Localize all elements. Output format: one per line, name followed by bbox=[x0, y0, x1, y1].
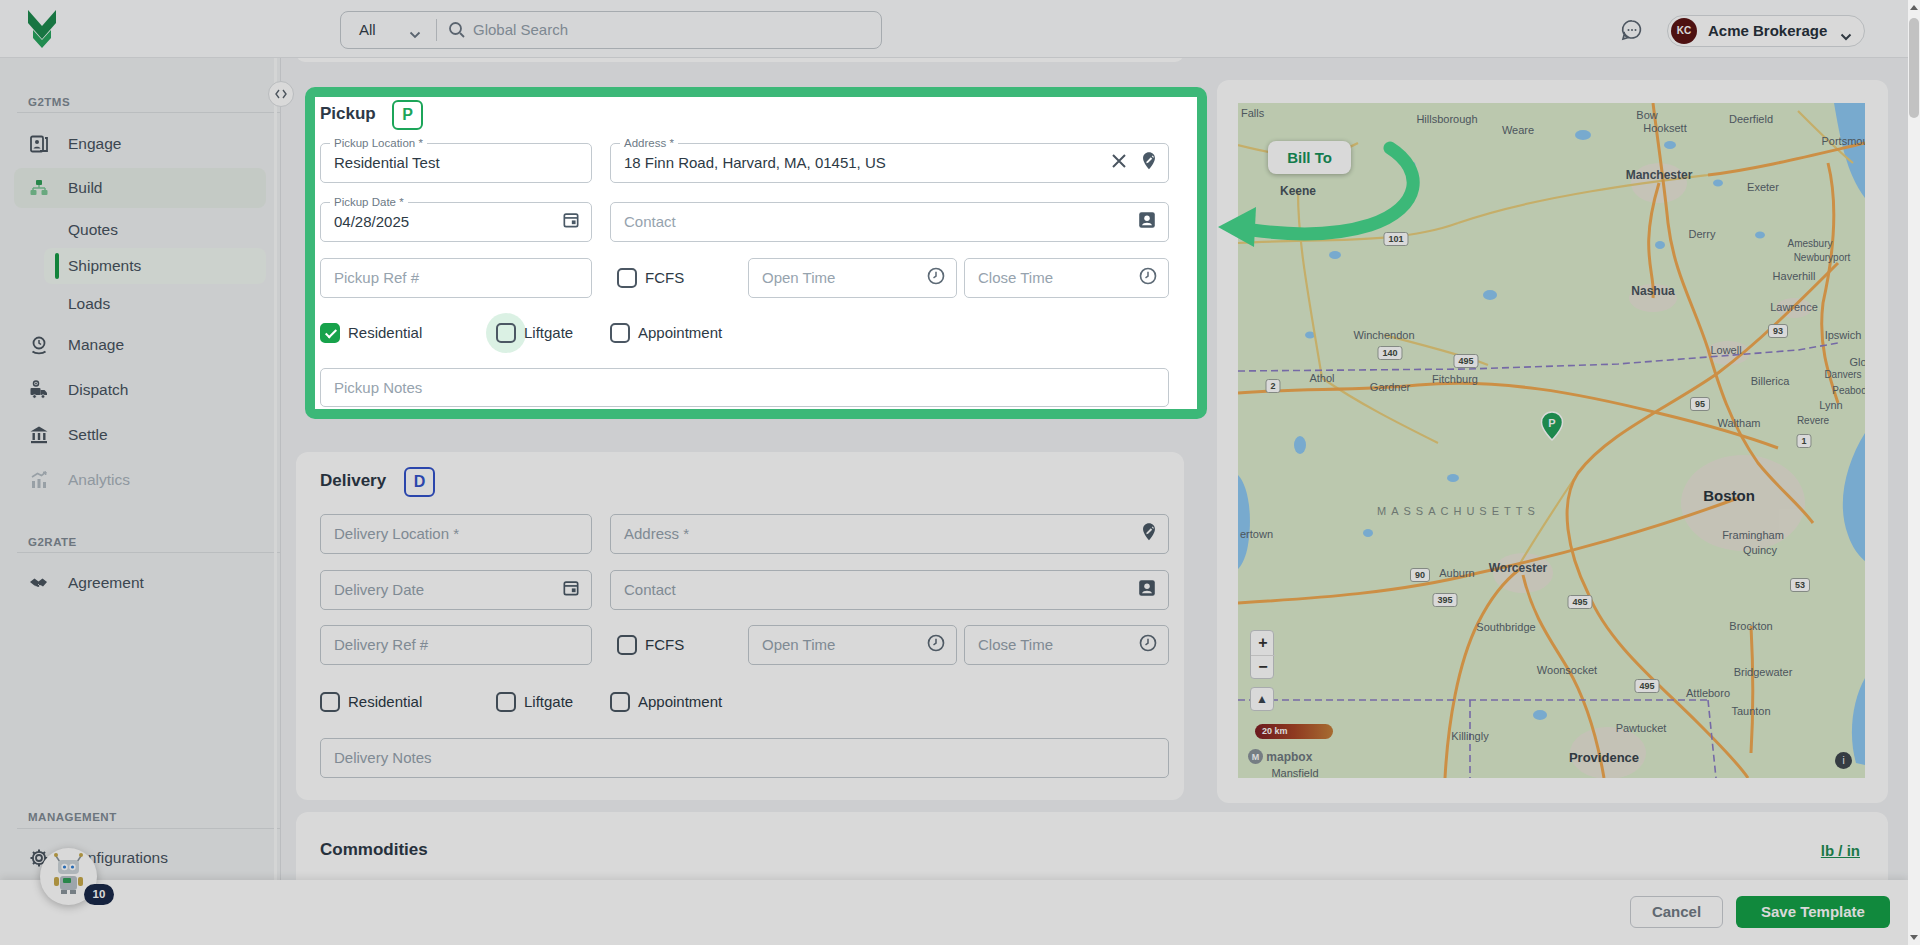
pickup-liftgate-checkbox[interactable] bbox=[496, 323, 516, 343]
clock-icon[interactable] bbox=[1138, 266, 1158, 290]
pickup-fcfs-checkbox[interactable] bbox=[617, 268, 637, 288]
calendar-icon[interactable] bbox=[561, 210, 581, 234]
contact-icon[interactable] bbox=[1136, 209, 1158, 235]
pickup-contact-input[interactable]: Contact bbox=[610, 202, 1169, 242]
pickup-location-input[interactable]: Pickup Location * Residential Test bbox=[320, 143, 592, 183]
pickup-date-input[interactable]: Pickup Date * 04/28/2025 bbox=[320, 202, 592, 242]
pickup-open-time-input[interactable]: Open Time bbox=[748, 258, 957, 298]
pickup-fcfs-label: FCFS bbox=[645, 268, 684, 288]
scroll-up-arrow[interactable] bbox=[1910, 5, 1918, 10]
clock-icon[interactable] bbox=[926, 266, 946, 290]
pickup-residential-checkbox[interactable] bbox=[320, 323, 340, 343]
app-screen: G2TMS Engage Build Quotes Shipments Load… bbox=[0, 0, 1920, 945]
pickup-badge: P bbox=[392, 100, 423, 130]
scrollbar-thumb[interactable] bbox=[1909, 18, 1919, 118]
pickup-residential-label: Residential bbox=[348, 323, 422, 343]
page-scrollbar[interactable] bbox=[1908, 0, 1920, 945]
tour-arrow bbox=[1200, 125, 1460, 255]
scroll-down-arrow[interactable] bbox=[1910, 935, 1918, 940]
edit-location-icon[interactable] bbox=[1138, 150, 1160, 176]
pickup-title: Pickup bbox=[320, 104, 376, 124]
clear-icon[interactable] bbox=[1110, 152, 1128, 174]
pickup-ref-input[interactable]: Pickup Ref # bbox=[320, 258, 592, 298]
pickup-liftgate-label: Liftgate bbox=[524, 323, 573, 343]
pickup-address-input[interactable]: Address * 18 Finn Road, Harvard, MA, 014… bbox=[610, 143, 1169, 183]
pickup-appointment-checkbox[interactable] bbox=[610, 323, 630, 343]
pickup-close-time-input[interactable]: Close Time bbox=[964, 258, 1169, 298]
pickup-section: Pickup P Pickup Location * Residential T… bbox=[305, 87, 1207, 419]
pickup-notes-input[interactable]: Pickup Notes bbox=[320, 368, 1169, 407]
pickup-appointment-label: Appointment bbox=[638, 323, 722, 343]
